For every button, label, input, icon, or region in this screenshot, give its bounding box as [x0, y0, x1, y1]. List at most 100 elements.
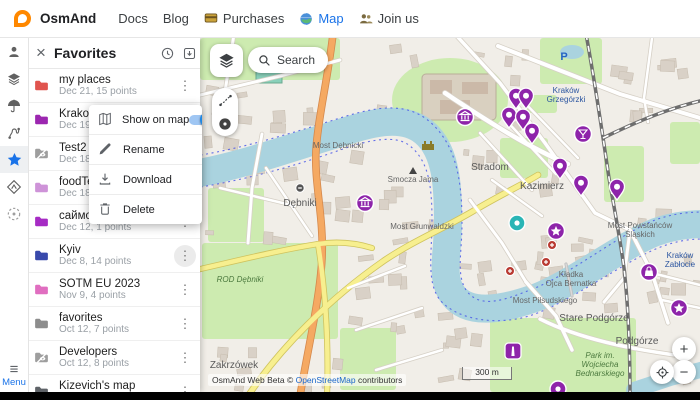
sidebar-item-navigation[interactable]: [0, 173, 28, 200]
tracks-icon: [6, 125, 22, 141]
folder-icon: [34, 385, 50, 392]
nav-link-blog[interactable]: Blog: [163, 11, 189, 26]
museum-marker[interactable]: [357, 195, 374, 212]
sidebar-item-tracks[interactable]: [0, 119, 28, 146]
nav-link-docs[interactable]: Docs: [118, 11, 148, 26]
transit-marker[interactable]: [296, 184, 304, 192]
route-tool-icon: [218, 93, 233, 108]
hidden-folder-icon: [34, 147, 50, 160]
letterbox-bar: [0, 392, 700, 400]
nav-link-label: Map: [318, 11, 343, 26]
import-icon[interactable]: [178, 46, 200, 61]
map-label: Ojca Bernatka: [546, 279, 597, 288]
map-label: ROD Dębniki: [217, 275, 264, 284]
favorites-icon: [6, 151, 23, 168]
my-location-button[interactable]: [650, 360, 674, 384]
osmand-logo-icon[interactable]: [14, 10, 31, 27]
museum-marker[interactable]: [457, 109, 474, 126]
group-meta: Oct 12, 7 points: [59, 324, 174, 335]
pencil-icon: [97, 141, 114, 158]
nav-link-join-us[interactable]: Join us: [359, 11, 419, 26]
hospital-marker[interactable]: [547, 240, 556, 249]
sidebar-item-layers[interactable]: [0, 65, 28, 92]
monument-marker[interactable]: [505, 343, 521, 359]
top-navbar: OsmAnd DocsBlogPurchasesMapJoin us: [0, 0, 700, 38]
map-icon: [97, 111, 113, 128]
nav-link-label: Docs: [118, 11, 148, 26]
nav-link-map[interactable]: Map: [299, 11, 343, 26]
map-label: Dębniki: [283, 198, 316, 209]
favorites-group-row[interactable]: SOTM EU 2023Nov 9, 4 points⋮: [28, 273, 200, 307]
delete-label: Delete: [123, 204, 194, 216]
history-icon[interactable]: [156, 46, 178, 61]
delete-item[interactable]: Delete: [89, 194, 202, 224]
favorites-group-row[interactable]: KyivDec 8, 14 points⋮: [28, 239, 200, 273]
water-poi-marker[interactable]: [509, 215, 525, 231]
map-search-button[interactable]: Search: [248, 47, 328, 73]
map-label: Zakrzówek: [210, 360, 259, 371]
plan-route-button[interactable]: [215, 90, 235, 110]
rename-item[interactable]: Rename: [89, 134, 202, 164]
group-name: SOTM EU 2023: [59, 278, 174, 290]
bar-marker[interactable]: [575, 126, 592, 143]
favorite-star-marker[interactable]: [671, 300, 688, 317]
group-options-button[interactable]: ⋮: [174, 75, 196, 97]
download-item[interactable]: Download: [89, 164, 202, 194]
show-on-map-item[interactable]: Show on map: [89, 105, 202, 134]
sidebar-item-account[interactable]: [0, 38, 28, 65]
hospital-marker[interactable]: [505, 266, 514, 275]
group-meta: Nov 9, 4 points: [59, 290, 174, 301]
folder-icon: [34, 249, 50, 262]
point-marker-button[interactable]: [215, 114, 235, 134]
download-label: Download: [123, 174, 194, 186]
map-label: Stradom: [471, 162, 509, 173]
folder-icon: [34, 181, 50, 194]
favorites-group-row[interactable]: Kizevich's mapOct 10, 20 points⋮: [28, 375, 200, 392]
map-label: Śląskich: [625, 230, 655, 239]
trash-icon: [97, 201, 114, 218]
layers-icon: [6, 71, 22, 87]
sidebar-item-favorites[interactable]: [0, 146, 28, 173]
hamburger-menu-icon[interactable]: ≡: [0, 363, 28, 377]
group-options-button[interactable]: ⋮: [174, 347, 196, 369]
crosshair-icon: [655, 365, 670, 380]
poi-marker[interactable]: [550, 381, 566, 392]
favorites-group-row[interactable]: my placesDec 21, 15 points⋮: [28, 69, 200, 103]
favorites-panel-header: × Favorites: [28, 38, 200, 69]
weather-icon: [6, 98, 22, 114]
nav-link-label: Join us: [378, 11, 419, 26]
sidebar-item-plan-route[interactable]: [0, 200, 28, 227]
group-options-button[interactable]: ⋮: [174, 381, 196, 393]
scale-bar: 300 m: [462, 367, 512, 380]
openstreetmap-link[interactable]: OpenStreetMap: [296, 375, 356, 385]
group-options-button[interactable]: ⋮: [174, 313, 196, 335]
menu-button[interactable]: Menu: [0, 377, 28, 388]
zoom-out-button[interactable]: −: [672, 360, 696, 384]
group-options-button[interactable]: ⋮: [174, 245, 196, 267]
sidebar-item-weather[interactable]: [0, 92, 28, 119]
hospital-marker[interactable]: [541, 257, 550, 266]
favorites-group-row[interactable]: DevelopersOct 12, 8 points⋮: [28, 341, 200, 375]
map-label: Kraków: [553, 86, 580, 95]
download-icon: [97, 171, 114, 188]
favorite-star-marker[interactable]: [548, 223, 565, 240]
show-on-map-toggle[interactable]: [189, 115, 202, 125]
dark-circle-icon: [217, 116, 233, 132]
map-attribution: OsmAnd Web Beta © OpenStreetMap contribu…: [208, 374, 406, 386]
map-canvas[interactable]: Most DębnickiDębnikiSmocza JamaMost Grun…: [200, 38, 700, 392]
plan-route-icon: [6, 206, 22, 222]
folder-icon: [34, 283, 50, 296]
zoom-in-button[interactable]: +: [672, 337, 696, 361]
map-layers-button[interactable]: [210, 44, 243, 77]
map-label: Kazimierz: [520, 181, 564, 192]
join-us-icon: [359, 12, 373, 26]
close-panel-button[interactable]: ×: [28, 39, 54, 67]
group-meta: Dec 8, 14 points: [59, 256, 174, 267]
favorites-group-row[interactable]: favoritesOct 12, 7 points⋮: [28, 307, 200, 341]
shop-marker[interactable]: [641, 264, 658, 281]
map-label: Bednarskiego: [576, 369, 625, 378]
group-options-button[interactable]: ⋮: [174, 279, 196, 301]
nav-link-purchases[interactable]: Purchases: [204, 11, 284, 26]
map-globe-icon: [299, 12, 313, 26]
left-sidebar: ≡ Menu: [0, 38, 29, 392]
